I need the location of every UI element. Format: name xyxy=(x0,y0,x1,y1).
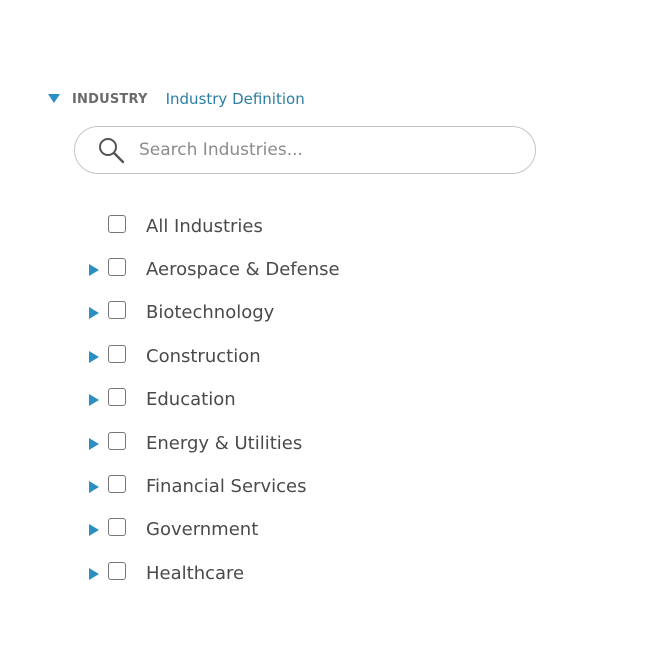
industry-label: Biotechnology xyxy=(146,302,275,324)
expand-triangle-icon[interactable] xyxy=(89,304,99,320)
industry-label: Construction xyxy=(146,345,261,367)
industry-list-item[interactable]: Construction xyxy=(86,336,566,379)
expand-triangle-icon[interactable] xyxy=(89,521,99,537)
expand-triangle-icon[interactable] xyxy=(89,565,99,580)
industry-list-item[interactable]: Government xyxy=(86,510,566,553)
industry-checkbox[interactable] xyxy=(108,258,126,277)
industry-definition-link[interactable]: Industry Definition xyxy=(166,90,305,108)
expand-triangle-icon[interactable] xyxy=(89,348,99,363)
industry-checkbox[interactable] xyxy=(108,475,126,494)
industry-checkbox[interactable] xyxy=(108,344,126,363)
industry-checkbox[interactable] xyxy=(108,388,126,407)
section-title: INDUSTRY xyxy=(72,91,148,107)
search-icon xyxy=(97,136,125,164)
expand-triangle-icon[interactable] xyxy=(89,391,99,407)
industry-label: Government xyxy=(146,519,259,541)
industry-list: All Industries Aerospace & Defense Biotech… xyxy=(86,206,566,597)
industry-checkbox[interactable] xyxy=(108,214,126,233)
industry-label: Healthcare xyxy=(146,562,245,584)
industry-checkbox[interactable] xyxy=(108,561,126,580)
expand-triangle-icon[interactable] xyxy=(89,478,99,494)
industry-label: All Industries xyxy=(146,215,263,237)
industry-filter-panel: INDUSTRY Industry Definition All Industr… xyxy=(0,0,672,672)
industry-list-item[interactable]: Education xyxy=(86,380,566,423)
industry-checkbox[interactable] xyxy=(108,518,126,537)
industry-list-item[interactable]: All Industries xyxy=(86,206,566,249)
industry-label: Education xyxy=(146,389,236,411)
search-input[interactable] xyxy=(139,140,499,160)
industry-list-item[interactable]: Aerospace & Defense xyxy=(86,249,566,292)
industry-checkbox[interactable] xyxy=(108,301,126,320)
industry-checkbox[interactable] xyxy=(108,431,126,450)
industry-list-item[interactable]: Healthcare xyxy=(86,553,566,596)
expand-triangle-icon[interactable] xyxy=(89,435,99,450)
industry-label: Financial Services xyxy=(146,476,307,498)
industry-list-item[interactable]: Energy & Utilities xyxy=(86,423,566,466)
industry-list-item[interactable]: Biotechnology xyxy=(86,293,566,336)
industry-list-item[interactable]: Financial Services xyxy=(86,466,566,509)
industry-label: Energy & Utilities xyxy=(146,432,303,454)
collapse-triangle-icon[interactable] xyxy=(48,93,60,105)
expand-triangle-icon[interactable] xyxy=(89,261,99,277)
industry-label: Aerospace & Defense xyxy=(146,259,340,281)
search-box[interactable] xyxy=(74,126,536,174)
filter-header: INDUSTRY Industry Definition xyxy=(48,86,305,112)
